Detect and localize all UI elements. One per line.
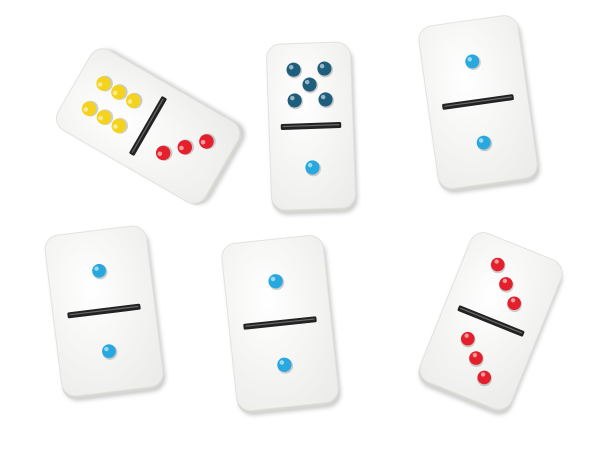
domino-5-1 (266, 41, 358, 215)
domino-1-1-upper-right (418, 15, 540, 194)
dominoes-scene (0, 0, 612, 449)
domino-1-1-lower-middle (221, 235, 341, 416)
domino-6-3 (56, 48, 245, 205)
domino-1-1-lower-left (44, 225, 166, 401)
dominoes-canvas (44, 15, 563, 416)
domino-3-3 (418, 232, 563, 415)
